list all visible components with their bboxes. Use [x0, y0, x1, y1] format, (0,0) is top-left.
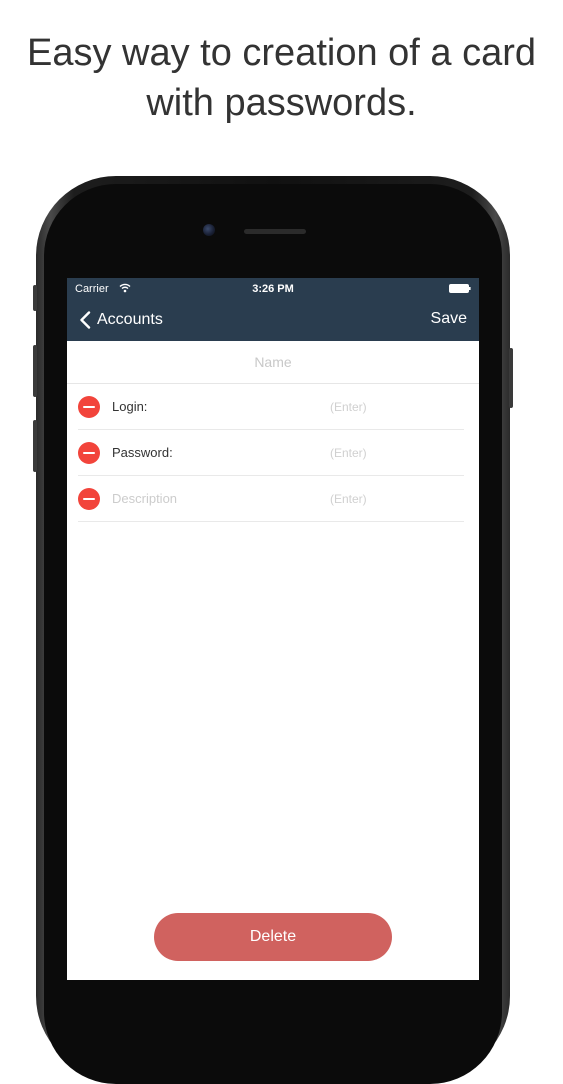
name-input[interactable]: [121, 353, 425, 371]
remove-field-icon[interactable]: [78, 395, 100, 418]
earpiece-speaker: [244, 229, 306, 234]
delete-button[interactable]: Delete: [154, 913, 392, 961]
headline-line-2: with passwords.: [146, 82, 417, 124]
field-label-password: Password:: [112, 445, 173, 460]
remove-field-icon[interactable]: [78, 441, 100, 464]
remove-field-icon[interactable]: [78, 487, 100, 510]
battery-icon: [449, 284, 471, 293]
phone-power-button: [509, 348, 513, 408]
field-row-password: Password:: [78, 430, 464, 476]
status-time: 3:26 PM: [252, 283, 294, 295]
back-button[interactable]: Accounts: [79, 308, 163, 332]
back-button-label: Accounts: [97, 311, 163, 328]
field-row-login: Login:: [78, 384, 464, 430]
front-camera: [203, 224, 215, 236]
field-row-description: Description: [78, 476, 464, 522]
name-field-row: [67, 341, 479, 384]
headline-line-1: Easy way to creation of a card: [26, 32, 537, 74]
phone-mute-switch: [33, 285, 37, 311]
phone-volume-up: [33, 345, 37, 397]
login-input[interactable]: [328, 398, 452, 415]
chevron-left-icon: [80, 311, 91, 329]
description-input[interactable]: [328, 490, 452, 507]
field-label-login: Login:: [112, 399, 148, 414]
phone-screen: Carrier 3:26 PM Accounts Save Login:: [67, 278, 479, 980]
fields-list: Login: Password: Description: [78, 384, 464, 522]
phone-volume-down: [33, 420, 37, 472]
promo-headline: Easy way to creation of a card with pass…: [0, 28, 563, 128]
save-button[interactable]: Save: [431, 310, 467, 328]
field-label-description[interactable]: Description: [112, 491, 262, 506]
password-input[interactable]: [328, 444, 452, 461]
navigation-bar: Carrier 3:26 PM Accounts Save: [67, 278, 479, 341]
